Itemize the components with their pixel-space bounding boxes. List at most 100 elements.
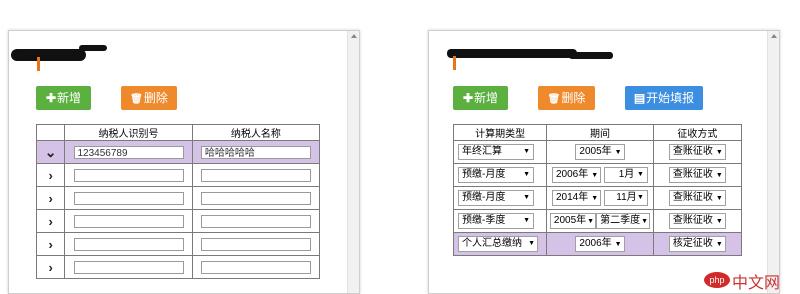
taxpayer-id-input[interactable] [73, 168, 184, 182]
table-header-row: 纳税人识别号 纳税人名称 [35, 124, 321, 141]
header-collection-method: 征收方式 [652, 124, 743, 141]
taxpayer-name-input[interactable] [200, 237, 311, 251]
quarter-select[interactable]: 第二季度▼ [596, 213, 651, 229]
delete-button[interactable]: 🗑删除 [121, 86, 177, 110]
dropdown-arrow-icon: ▼ [637, 171, 644, 178]
chevron-right-icon: › [48, 167, 53, 183]
taxpayer-name-input[interactable] [200, 191, 311, 205]
php-logo: php [704, 272, 730, 288]
delete-button-label: 删除 [561, 91, 586, 105]
year-value: 2006年 [556, 169, 589, 180]
calc-type-select[interactable]: 预缴-月度 ▼ [458, 190, 534, 206]
collection-method-value: 查账征收 [672, 215, 713, 226]
redacted-title-fragment [569, 52, 613, 59]
taxpayer-id-input[interactable] [73, 214, 184, 228]
collection-method-value: 查账征收 [672, 146, 713, 157]
start-filing-button[interactable]: ▤开始填报 [625, 86, 703, 110]
dropdown-arrow-icon: ▼ [715, 149, 723, 156]
calc-type-value: 预缴-季度 [462, 215, 506, 226]
table-header-row: 计算期类型 期间 征收方式 [452, 124, 743, 141]
year-select[interactable]: 2006年 ▼ [575, 236, 625, 252]
redacted-title [447, 49, 577, 58]
dropdown-arrow-icon: ▼ [715, 172, 723, 179]
year-select[interactable]: 2014年 ▼ [552, 190, 602, 206]
chevron-down-icon: ⌄ [44, 144, 57, 160]
site-watermark: php 中文网 [704, 272, 800, 292]
expand-toggle[interactable]: › [35, 163, 66, 187]
calc-type-select[interactable]: 年终汇算 ▼ [458, 144, 534, 160]
title-accent-bar [453, 56, 456, 70]
year-value: 2005年 [579, 146, 612, 157]
period-table: 计算期类型 期间 征收方式 年终汇算 ▼ 2005年 ▼ 查账征收 ▼ 预缴-月度 ▼ … [452, 124, 743, 256]
header-taxpayer-name: 纳税人名称 [191, 124, 321, 141]
calc-type-select[interactable]: 预缴-月度 ▼ [458, 167, 534, 183]
chevron-right-icon: › [48, 213, 53, 229]
dropdown-arrow-icon: ▼ [637, 194, 644, 201]
dropdown-arrow-icon: ▼ [614, 149, 622, 156]
calc-type-select[interactable]: 预缴-季度 ▼ [458, 213, 534, 229]
watermark-text: 中文网 [732, 273, 781, 292]
taxpayer-table: 纳税人识别号 纳税人名称 ⌄ 123456789 哈哈哈哈哈 › › › › › [35, 124, 321, 279]
collapse-toggle[interactable]: ⌄ [35, 140, 66, 164]
collection-method-select[interactable]: 查账征收 ▼ [668, 190, 726, 206]
dropdown-arrow-icon: ▼ [523, 148, 530, 155]
scrollbar[interactable] [347, 31, 359, 293]
dropdown-arrow-icon: ▼ [591, 172, 599, 179]
expand-toggle[interactable]: › [35, 186, 66, 210]
plus-icon: ✚ [45, 91, 57, 105]
month-select[interactable]: 11月 ▼ [603, 190, 648, 206]
form-icon: ▤ [633, 91, 646, 105]
expand-toggle[interactable]: › [35, 255, 66, 279]
collection-method-value: 查账征收 [672, 192, 713, 203]
add-button[interactable]: ✚新增 [36, 86, 91, 110]
dropdown-arrow-icon: ▼ [523, 194, 530, 201]
delete-button[interactable]: 🗑删除 [538, 86, 595, 110]
collection-method-select[interactable]: 查账征收 ▼ [668, 213, 726, 229]
header-period: 期间 [546, 124, 654, 141]
year-select[interactable]: 2005年▼ [549, 213, 597, 229]
title-accent-bar [37, 57, 40, 71]
taxpayer-id-input[interactable] [73, 191, 184, 205]
collection-method-select[interactable]: 查账征收 ▼ [668, 144, 726, 160]
expand-toggle[interactable]: › [35, 209, 66, 233]
calc-type-value: 年终汇算 [462, 146, 502, 157]
calc-type-select[interactable]: 个人汇总缴纳 ▼ [458, 236, 538, 252]
year-value: 2006年 [579, 238, 612, 249]
table-row: 年终汇算 ▼ 2005年 ▼ 查账征收 ▼ [452, 140, 743, 164]
collection-method-value: 查账征收 [672, 169, 713, 180]
chevron-right-icon: › [48, 190, 53, 206]
scrollbar[interactable] [767, 31, 779, 293]
year-select[interactable]: 2005年▼ [575, 144, 625, 160]
taxpayer-id-input[interactable]: 123456789 [73, 145, 184, 159]
year-value: 2014年 [556, 192, 589, 203]
taxpayer-name-input[interactable] [200, 260, 311, 274]
taxpayer-id-input[interactable] [73, 260, 184, 274]
right-panel: ✚新增 🗑删除 ▤开始填报 计算期类型 期间 征收方式 年终汇算 ▼ 2005年 ▼… [428, 30, 780, 294]
collection-method-select[interactable]: 核定征收 ▼ [668, 236, 726, 252]
month-value: 1月 [618, 169, 635, 180]
scroll-up-arrow-icon[interactable] [351, 34, 357, 38]
add-button[interactable]: ✚新增 [453, 86, 508, 110]
taxpayer-id-input[interactable] [73, 237, 184, 251]
scroll-up-arrow-icon[interactable] [771, 34, 777, 38]
add-button-label: 新增 [474, 91, 499, 105]
dropdown-arrow-icon: ▼ [715, 241, 723, 248]
start-filing-button-label: 开始填报 [646, 91, 695, 105]
left-panel: ✚新增 🗑删除 纳税人识别号 纳税人名称 ⌄ 123456789 哈哈哈哈哈 ›… [8, 30, 360, 294]
taxpayer-name-input[interactable] [200, 214, 311, 228]
dropdown-arrow-icon: ▼ [523, 171, 530, 178]
trash-icon: 🗑 [547, 94, 561, 105]
year-select[interactable]: 2006年 ▼ [552, 167, 602, 183]
table-row: › [35, 186, 321, 210]
dropdown-arrow-icon: ▼ [591, 195, 599, 202]
dropdown-arrow-icon: ▼ [614, 241, 622, 248]
taxpayer-name-input[interactable] [200, 168, 311, 182]
quarter-value: 第二季度 [600, 215, 641, 226]
collection-method-select[interactable]: 查账征收 ▼ [668, 167, 726, 183]
taxpayer-name-input[interactable]: 哈哈哈哈哈 [200, 145, 311, 159]
expand-toggle[interactable]: › [35, 232, 66, 256]
table-row: › [35, 232, 321, 256]
chevron-right-icon: › [48, 259, 53, 275]
calc-type-value: 预缴-月度 [462, 169, 506, 180]
month-select[interactable]: 1月 ▼ [603, 167, 648, 183]
